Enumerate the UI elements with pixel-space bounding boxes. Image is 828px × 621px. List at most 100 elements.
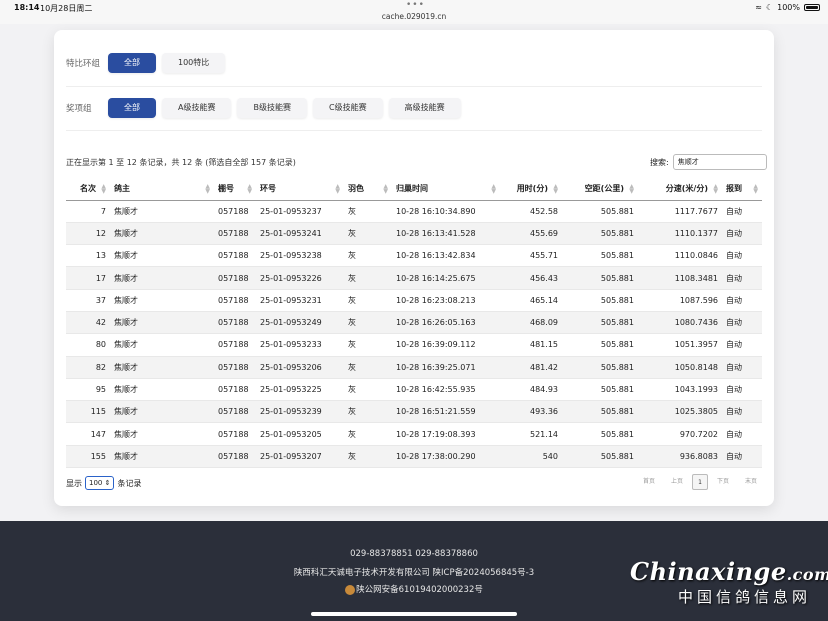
table-cell: 灰 — [344, 378, 392, 402]
sort-icon: ▲ ▼ — [713, 183, 718, 195]
pager-last[interactable]: 末页 — [738, 474, 764, 490]
table-row: 155 焦顺才 057188 25-01-0953207 灰 10-28 17:38:00… — [66, 445, 762, 469]
table-cell: 10-28 16:39:25.071 — [392, 356, 500, 379]
table-cell: 自动 — [722, 266, 762, 290]
pager-current[interactable]: 1 — [692, 474, 708, 490]
table-cell: 焦顺才 — [110, 266, 214, 290]
award-filter-all[interactable]: 全部 — [108, 98, 156, 118]
pager-first[interactable]: 首页 — [636, 474, 662, 490]
table-cell: 1080.7436 — [638, 311, 722, 335]
table-cell: 80 — [66, 333, 110, 357]
table-row: 82 焦顺才 057188 25-01-0953206 灰 10-28 16:39:25.… — [66, 356, 762, 379]
ring-filter-row: 特比环组 全部 100特比 — [66, 53, 231, 73]
table-cell: 1110.0846 — [638, 244, 722, 268]
ring-filter-label: 特比环组 — [66, 59, 101, 69]
sort-icon: ▲ ▼ — [335, 183, 340, 195]
home-indicator[interactable] — [311, 612, 517, 616]
status-time: 18:14 — [14, 3, 40, 12]
table-cell: 10-28 16:13:42.834 — [392, 244, 500, 268]
table-cell: 25-01-0953206 — [256, 356, 344, 379]
col-ring[interactable]: 环号 ▲ ▼ — [256, 178, 344, 201]
table-cell: 自动 — [722, 422, 762, 446]
table-cell: 10-28 16:39:09.112 — [392, 333, 500, 357]
table-cell: 25-01-0953238 — [256, 244, 344, 268]
sort-icon: ▲ ▼ — [491, 183, 496, 195]
results-card: 特比环组 全部 100特比 奖项组 全部 A级技能赛 B级技能赛 C级技能赛 高… — [54, 30, 774, 506]
award-filter-advanced[interactable]: 高级技能赛 — [388, 98, 461, 118]
search-input[interactable] — [672, 154, 767, 170]
pager-next[interactable]: 下页 — [710, 474, 736, 490]
col-rank[interactable]: 名次 ▲ ▼ — [66, 178, 110, 201]
search-label: 搜索: — [650, 157, 669, 167]
table-cell: 1110.1377 — [638, 222, 722, 246]
sort-icon: ▲ ▼ — [101, 183, 106, 195]
table-cell: 灰 — [344, 311, 392, 335]
table-cell: 057188 — [214, 400, 256, 424]
table-cell: 057188 — [214, 422, 256, 446]
award-filter-a[interactable]: A级技能赛 — [162, 98, 232, 118]
col-color[interactable]: 羽色 ▲ ▼ — [344, 178, 392, 201]
table-cell: 自动 — [722, 333, 762, 357]
col-owner[interactable]: 鸽主 ▲ ▼ — [110, 178, 214, 201]
col-distance[interactable]: 空距(公里) ▲ ▼ — [562, 178, 638, 201]
table-cell: 057188 — [214, 356, 256, 379]
table-cell: 505.881 — [562, 200, 638, 223]
table-cell: 521.14 — [500, 422, 562, 446]
table-cell: 13 — [66, 244, 110, 268]
table-cell: 焦顺才 — [110, 222, 214, 246]
table-cell: 057188 — [214, 222, 256, 246]
table-cell: 1025.3805 — [638, 400, 722, 424]
table-cell: 灰 — [344, 333, 392, 357]
address-url[interactable]: cache.029019.cn — [0, 12, 828, 21]
table-row: 115 焦顺才 057188 25-01-0953239 灰 10-28 16:51:21… — [66, 400, 762, 424]
table-row: 12 焦顺才 057188 25-01-0953241 灰 10-28 16:13:41.… — [66, 222, 762, 246]
table-cell: 493.36 — [500, 400, 562, 424]
award-filter-b[interactable]: B级技能赛 — [237, 98, 307, 118]
table-cell: 468.09 — [500, 311, 562, 335]
table-cell: 灰 — [344, 289, 392, 312]
table-cell: 灰 — [344, 400, 392, 424]
ring-filter-all[interactable]: 全部 — [108, 53, 156, 73]
table-cell: 155 — [66, 445, 110, 469]
table-cell: 自动 — [722, 289, 762, 312]
table-cell: 25-01-0953239 — [256, 400, 344, 424]
table-cell: 1087.596 — [638, 289, 722, 312]
table-row: 37 焦顺才 057188 25-01-0953231 灰 10-28 16:23:08.… — [66, 289, 762, 312]
table-cell: 灰 — [344, 244, 392, 268]
table-cell: 焦顺才 — [110, 378, 214, 402]
col-time[interactable]: 归巢时间 ▲ ▼ — [392, 178, 500, 201]
table-cell: 10-28 16:13:41.528 — [392, 222, 500, 246]
ring-filter-100[interactable]: 100特比 — [162, 53, 226, 73]
table-cell: 自动 — [722, 200, 762, 223]
more-dots-icon[interactable]: ••• — [406, 0, 425, 10]
table-cell: 82 — [66, 356, 110, 379]
col-duration[interactable]: 用时(分) ▲ ▼ — [500, 178, 562, 201]
award-filter-c[interactable]: C级技能赛 — [312, 98, 383, 118]
table-cell: 自动 — [722, 356, 762, 379]
sort-icon: ▲ ▼ — [205, 183, 210, 195]
table-cell: 505.881 — [562, 422, 638, 446]
table-cell: 灰 — [344, 422, 392, 446]
sort-icon: ▲ ▼ — [753, 183, 758, 195]
table-cell: 42 — [66, 311, 110, 335]
col-speed[interactable]: 分速(米/分) ▲ ▼ — [638, 178, 722, 201]
table-cell: 焦顺才 — [110, 422, 214, 446]
col-report[interactable]: 报到 ▲ ▼ — [722, 178, 762, 201]
chevron-updown-icon: ⇕ — [104, 479, 111, 487]
pager-prev[interactable]: 上页 — [664, 474, 690, 490]
table-cell: 12 — [66, 222, 110, 246]
table-cell: 452.58 — [500, 200, 562, 223]
table-cell: 057188 — [214, 311, 256, 335]
table-header-row: 名次 ▲ ▼ 鸽主 ▲ ▼ 棚号 ▲ ▼ 环号 ▲ ▼ 羽色 ▲ ▼ 归巢时间 ▲ ▼ 用时(分) ▲ ▼ … — [66, 178, 762, 201]
table-cell: 焦顺才 — [110, 333, 214, 357]
table-cell: 057188 — [214, 445, 256, 469]
table-cell: 505.881 — [562, 222, 638, 246]
table-cell: 505.881 — [562, 333, 638, 357]
table-row: 147 焦顺才 057188 25-01-0953205 灰 10-28 17:19:08… — [66, 422, 762, 446]
table-cell: 10-28 17:38:00.290 — [392, 445, 500, 469]
page-size-select[interactable]: 100 ⇕ — [85, 476, 115, 490]
col-loft[interactable]: 棚号 ▲ ▼ — [214, 178, 256, 201]
table-row: 42 焦顺才 057188 25-01-0953249 灰 10-28 16:26:05.… — [66, 311, 762, 335]
sort-icon: ▲ ▼ — [553, 183, 558, 195]
table-cell: 147 — [66, 422, 110, 446]
